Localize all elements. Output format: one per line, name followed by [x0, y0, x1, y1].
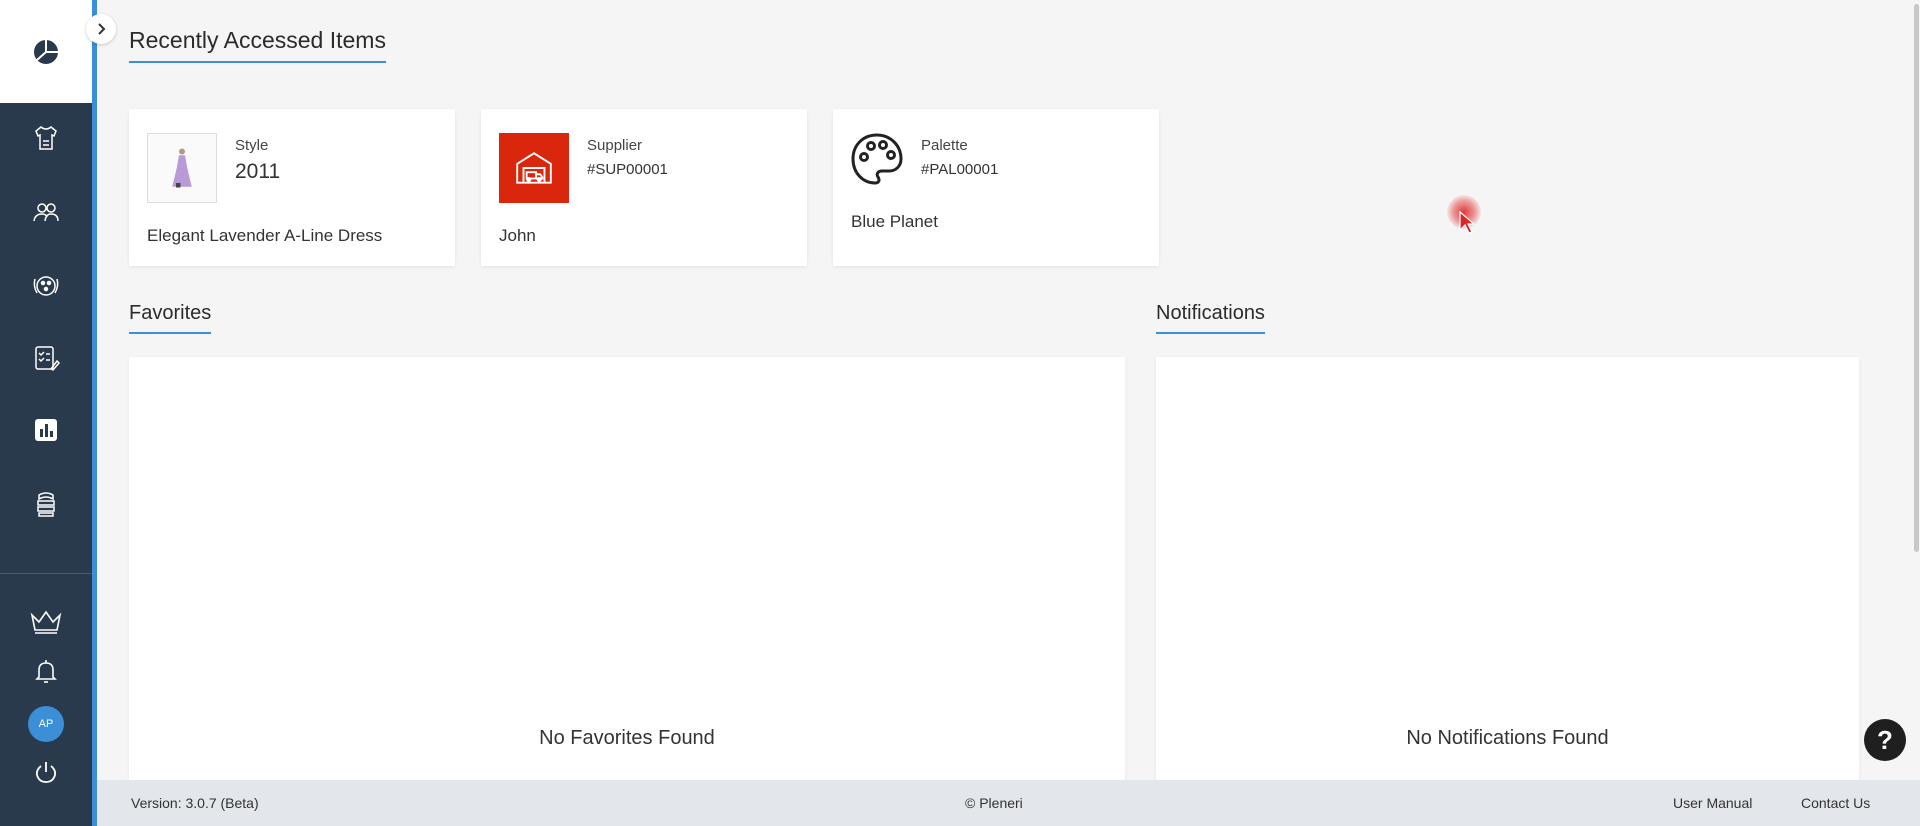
- footer-version: Version: 3.0.7 (Beta): [131, 795, 259, 811]
- dress-image-icon: [172, 148, 192, 188]
- favorites-section-title: Favorites: [129, 302, 212, 334]
- notifications-section-title: Notifications: [1156, 302, 1265, 334]
- palette-flow-icon: [33, 276, 59, 296]
- card-type-label: Style: [235, 137, 269, 154]
- favorites-panel: No Favorites Found: [129, 357, 1125, 780]
- card-name: Elegant Lavender A-Line Dress: [147, 226, 383, 245]
- recent-card-palette[interactable]: Palette #PAL00001 Blue Planet: [833, 109, 1159, 266]
- sidebar-item-palettes[interactable]: [0, 256, 92, 316]
- sidebar-item-logout[interactable]: [0, 742, 92, 802]
- sidebar-item-styles[interactable]: [0, 108, 92, 168]
- sidebar-item-reports[interactable]: [0, 400, 92, 460]
- stack-icon: [37, 492, 55, 517]
- sidebar-item-tasks[interactable]: [0, 328, 92, 388]
- sidebar-item-materials[interactable]: [0, 474, 92, 534]
- bell-icon: [35, 660, 57, 683]
- card-code: 2011: [235, 160, 281, 183]
- avatar[interactable]: AP: [28, 706, 64, 742]
- recent-title-text: Recently Accessed Items: [129, 27, 386, 53]
- chevron-right-icon: [98, 23, 106, 35]
- favorites-empty-text: No Favorites Found: [539, 727, 715, 749]
- card-code: #PAL00001: [921, 161, 999, 178]
- sidebar-item-dashboard[interactable]: [0, 0, 92, 103]
- card-type-label: Supplier: [587, 137, 643, 154]
- sidebar-item-notifications[interactable]: [0, 641, 92, 701]
- card-name: Blue Planet: [851, 212, 938, 231]
- footer-user-manual-link[interactable]: User Manual: [1673, 795, 1752, 811]
- notifications-empty-text: No Notifications Found: [1406, 727, 1609, 749]
- recent-card-style[interactable]: Style 2011 Elegant Lavender A-Line Dress: [129, 109, 455, 266]
- recent-section-title: Recently Accessed Items: [129, 27, 386, 63]
- avatar-initials: AP: [38, 718, 54, 730]
- style-thumbnail: [147, 133, 217, 203]
- sidebar-accent-bar: [92, 0, 97, 826]
- mouse-pointer-icon: [1459, 210, 1476, 234]
- footer: Version: 3.0.7 (Beta) © Pleneri User Man…: [97, 780, 1920, 826]
- power-icon: [35, 762, 57, 783]
- apparel-icon: [35, 126, 57, 150]
- warehouse-truck-icon: [516, 152, 552, 184]
- notifications-title-text: Notifications: [1156, 302, 1265, 324]
- crown-icon: [30, 610, 62, 634]
- title-underline: [1156, 332, 1265, 334]
- favorites-title-text: Favorites: [129, 302, 212, 324]
- bar-chart-icon: [35, 419, 57, 441]
- users-icon: [33, 203, 59, 222]
- supplier-thumbnail: [499, 133, 569, 203]
- palette-icon: [851, 133, 903, 185]
- title-underline: [129, 61, 386, 63]
- card-code: #SUP00001: [587, 161, 668, 178]
- card-type-label: Palette: [921, 137, 968, 154]
- palette-thumbnail: [849, 131, 905, 187]
- notifications-panel: No Notifications Found: [1156, 357, 1859, 780]
- recent-card-supplier[interactable]: Supplier #SUP00001 John: [481, 109, 807, 266]
- help-button-label: ?: [1877, 724, 1893, 755]
- footer-copyright: © Pleneri: [965, 795, 1023, 811]
- sidebar: AP: [0, 0, 92, 826]
- help-button[interactable]: ?: [1864, 719, 1906, 761]
- footer-contact-link[interactable]: Contact Us: [1801, 795, 1870, 811]
- sidebar-item-suppliers[interactable]: [0, 182, 92, 242]
- sidebar-toggle-button[interactable]: [86, 14, 116, 44]
- title-underline: [129, 332, 212, 334]
- scrollbar-thumb[interactable]: [1914, 4, 1919, 552]
- card-name: John: [499, 226, 536, 245]
- sidebar-divider: [0, 573, 92, 574]
- checklist-icon: [35, 346, 61, 371]
- page-scrollbar[interactable]: [1912, 0, 1920, 552]
- pie-chart-icon: [34, 39, 58, 64]
